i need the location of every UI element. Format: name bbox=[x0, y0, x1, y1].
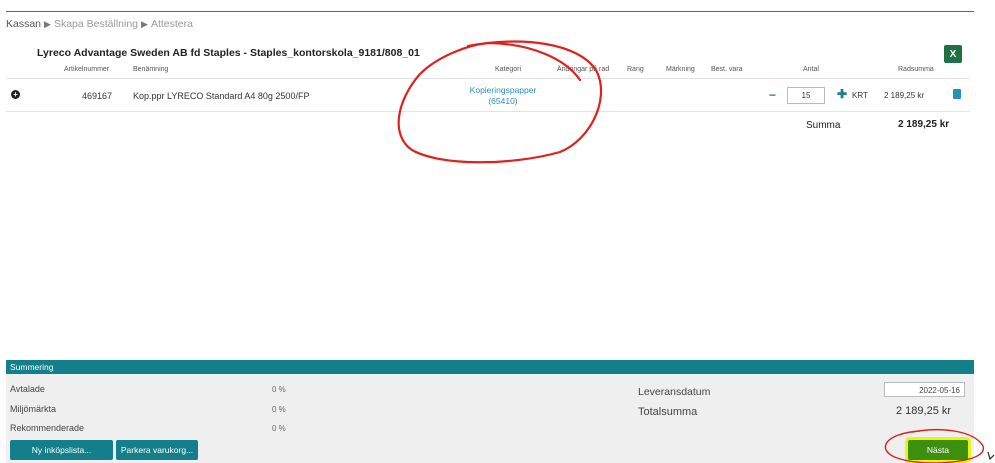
header-change: Ändringar på rad bbox=[557, 66, 610, 73]
park-cart-button[interactable]: Parkera varukorg... bbox=[116, 440, 198, 460]
summary-header: Summering bbox=[6, 360, 974, 374]
increase-quantity-button[interactable]: ✚ bbox=[837, 87, 847, 101]
delete-row-icon[interactable] bbox=[953, 89, 961, 99]
summary-value-recommended: 0 % bbox=[272, 424, 286, 433]
breadcrumb-item-attestera: Attestera bbox=[150, 18, 193, 30]
header-rowsum: Radsumma bbox=[898, 66, 934, 73]
sum-value: 2 189,25 kr bbox=[898, 119, 950, 130]
header-marking: Märkning bbox=[666, 66, 695, 73]
breadcrumb-separator-icon: ▶ bbox=[44, 19, 51, 29]
row-category-name: Kopieringspapper bbox=[469, 85, 537, 95]
summary-label-eco: Miljömärkta bbox=[10, 404, 57, 414]
header-category: Kategori bbox=[495, 66, 522, 73]
summary-label-recommended: Rekommenderade bbox=[10, 423, 85, 433]
quantity-input[interactable]: 15 bbox=[787, 87, 825, 104]
sum-label: Summa bbox=[806, 120, 841, 131]
row-category-code: (65410) bbox=[488, 96, 518, 106]
top-divider bbox=[6, 11, 974, 12]
header-rank: Rang bbox=[627, 66, 644, 73]
row-category-link[interactable]: Kopieringspapper (65410) bbox=[453, 85, 553, 107]
delivery-date-input[interactable]: 2022-05-16 bbox=[884, 382, 965, 397]
total-label: Totalsumma bbox=[638, 406, 698, 418]
breadcrumb-item-skapa[interactable]: Skapa Beställning bbox=[54, 18, 138, 30]
row-divider bbox=[6, 78, 970, 79]
breadcrumb: Kassan ▶ Skapa Beställning ▶ Attestera bbox=[6, 18, 193, 30]
row-article: 469167 bbox=[82, 91, 113, 101]
expand-row-icon[interactable]: + bbox=[11, 90, 20, 99]
row-sum: 2 189,25 kr bbox=[884, 91, 925, 100]
annotation-mark bbox=[987, 451, 995, 461]
summary-value-agreed: 0 % bbox=[272, 385, 286, 394]
header-name: Benämning bbox=[133, 66, 169, 73]
total-value: 2 189,25 kr bbox=[896, 405, 952, 417]
breadcrumb-item-kassan[interactable]: Kassan bbox=[6, 18, 41, 30]
row-unit: KRT bbox=[852, 91, 868, 100]
delivery-date-label: Leveransdatum bbox=[638, 386, 711, 398]
supplier-title: Lyreco Advantage Sweden AB fd Staples - … bbox=[37, 47, 420, 59]
row-name: Kop.ppr LYRECO Standard A4 80g 2500/FP bbox=[133, 91, 310, 101]
new-shopping-list-button[interactable]: Ny inköpslista... bbox=[10, 440, 113, 460]
summary-label-agreed: Avtalade bbox=[10, 384, 45, 394]
decrease-quantity-button[interactable]: − bbox=[769, 88, 776, 102]
summary-value-eco: 0 % bbox=[272, 405, 286, 414]
next-button[interactable]: Nästa bbox=[908, 440, 968, 460]
excel-export-icon[interactable]: X bbox=[944, 45, 962, 63]
header-best: Best. vara bbox=[711, 66, 743, 73]
header-qty: Antal bbox=[803, 66, 819, 73]
breadcrumb-separator-icon: ▶ bbox=[141, 19, 148, 29]
row-divider bbox=[6, 111, 970, 112]
header-article: Artikelnummer bbox=[64, 66, 110, 73]
